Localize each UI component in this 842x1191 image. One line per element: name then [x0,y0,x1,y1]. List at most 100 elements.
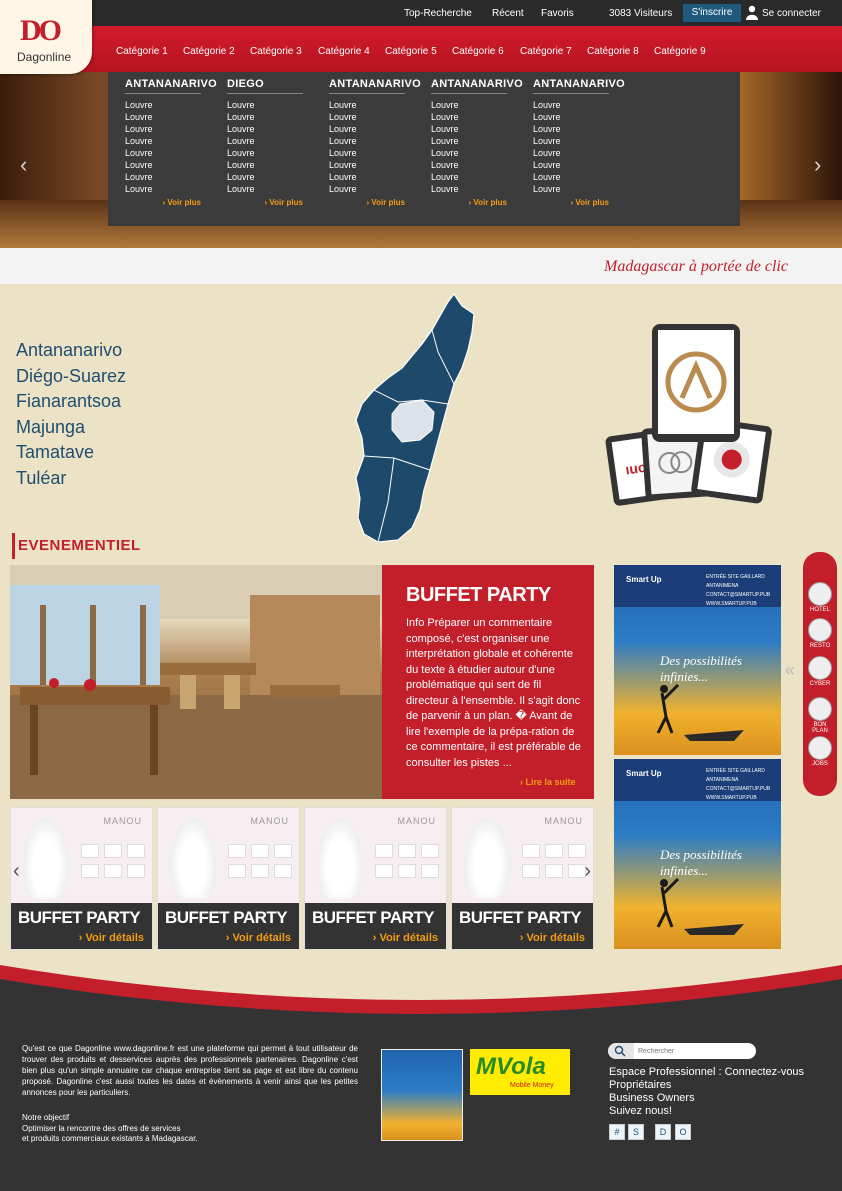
card-details-link[interactable]: › Voir détails [226,932,291,944]
mega-item[interactable]: Louvre [431,159,507,171]
sidebar-item-cyber[interactable]: CYBER [807,656,833,687]
category-3[interactable]: Catégorie 3 [250,46,302,57]
hero-prev-arrow[interactable]: ‹ [20,152,34,177]
mega-item[interactable]: Louvre [227,183,303,195]
city-link-tulear[interactable]: Tuléar [16,466,126,492]
card-next-arrow[interactable]: › [584,860,591,883]
mega-item[interactable]: Louvre [533,99,609,111]
sidebar-item-resto[interactable]: RESTO [807,618,833,649]
mega-item[interactable]: Louvre [227,135,303,147]
mega-item[interactable]: Louvre [329,171,405,183]
mega-item[interactable]: Louvre [533,123,609,135]
mega-item[interactable]: Louvre [125,159,201,171]
card-details-link[interactable]: › Voir détails [79,932,144,944]
favoris-link[interactable]: Favoris [541,8,574,19]
mega-item[interactable]: Louvre [533,171,609,183]
mvola-logo[interactable]: MVola Mobile Money [470,1049,570,1095]
mega-item[interactable]: Louvre [125,135,201,147]
hashtag-icon[interactable]: # [609,1124,625,1140]
mega-item[interactable]: Louvre [227,111,303,123]
hero-next-arrow[interactable]: › [814,152,828,177]
mega-item[interactable]: Louvre [431,135,507,147]
mega-item[interactable]: Louvre [329,147,405,159]
sidebar-toggle-icon[interactable]: « [785,660,795,681]
mega-item[interactable]: Louvre [533,147,609,159]
sidebar-item-hotel[interactable]: HOTEL [807,582,833,613]
category-5[interactable]: Catégorie 5 [385,46,437,57]
category-8[interactable]: Catégorie 8 [587,46,639,57]
voir-plus-link[interactable]: › Voir plus [431,198,507,207]
mega-item[interactable]: Louvre [329,135,405,147]
skype-icon[interactable]: S [628,1124,644,1140]
mega-item[interactable]: Louvre [329,99,405,111]
mega-item[interactable]: Louvre [431,111,507,123]
voir-plus-link[interactable]: › Voir plus [227,198,303,207]
card-details-link[interactable]: › Voir détails [373,932,438,944]
read-more-link[interactable]: › Lire la suite [520,777,576,787]
category-4[interactable]: Catégorie 4 [318,46,370,57]
pro-space-link[interactable]: Espace Professionnel : Connectez-vous [609,1066,804,1078]
category-7[interactable]: Catégorie 7 [520,46,572,57]
mega-item[interactable]: Louvre [431,171,507,183]
mega-item[interactable]: Louvre [125,99,201,111]
mega-item[interactable]: Louvre [431,123,507,135]
smartup-ad[interactable]: Smart Up ENTRÉE SITE GAILLARD ANTANIMENA… [614,565,781,755]
voir-plus-link[interactable]: › Voir plus [125,198,201,207]
mega-item[interactable]: Louvre [125,183,201,195]
mega-item[interactable]: Louvre [125,123,201,135]
smartup-ad[interactable]: Smart Up ENTRÉE SITE GAILLARD ANTANIMENA… [614,759,781,949]
event-card[interactable]: MANOU ‹ BUFFET PARTY › Voir détails [10,807,153,950]
business-owners-link[interactable]: Business Owners [609,1092,695,1104]
category-9[interactable]: Catégorie 9 [654,46,706,57]
city-link-fianarantsoa[interactable]: Fianarantsoa [16,389,126,415]
mega-item[interactable]: Louvre [227,123,303,135]
sidebar-item-jobs[interactable]: JOBS [807,736,833,767]
social-red-icon[interactable]: D [655,1124,671,1140]
category-2[interactable]: Catégorie 2 [183,46,235,57]
mega-item[interactable]: Louvre [125,147,201,159]
category-6[interactable]: Catégorie 6 [452,46,504,57]
recent-link[interactable]: Récent [492,8,524,19]
mega-item[interactable]: Louvre [329,183,405,195]
search-icon-box[interactable] [608,1043,634,1059]
signup-button[interactable]: S'inscrire [683,4,741,22]
city-link-antananarivo[interactable]: Antananarivo [16,338,126,364]
city-link-tamatave[interactable]: Tamatave [16,440,126,466]
owners-link[interactable]: Propriétaires [609,1079,671,1091]
mega-item[interactable]: Louvre [431,99,507,111]
site-logo[interactable]: DO Dagonline [0,0,92,74]
city-link-majunga[interactable]: Majunga [16,415,126,441]
category-1[interactable]: Catégorie 1 [116,46,168,57]
search-input[interactable] [638,1045,750,1057]
footer-smartup-ad[interactable] [381,1049,463,1141]
social-blue-icon[interactable]: O [675,1124,691,1140]
sidebar-item-bon-plan[interactable]: BON PLAN [807,697,833,734]
mega-item[interactable]: Louvre [533,159,609,171]
voir-plus-link[interactable]: › Voir plus [329,198,405,207]
mega-item[interactable]: Louvre [227,147,303,159]
mega-item[interactable]: Louvre [533,183,609,195]
voir-plus-link[interactable]: › Voir plus [533,198,609,207]
mega-item[interactable]: Louvre [125,111,201,123]
mega-item[interactable]: Louvre [533,135,609,147]
featured-event-image[interactable] [10,565,382,799]
mega-item[interactable]: Louvre [227,159,303,171]
mega-item[interactable]: Louvre [329,123,405,135]
login-link[interactable]: Se connecter [762,8,821,19]
mega-item[interactable]: Louvre [329,111,405,123]
mega-item[interactable]: Louvre [431,147,507,159]
top-recherche-link[interactable]: Top-Recherche [404,8,472,19]
mega-item[interactable]: Louvre [125,171,201,183]
event-card[interactable]: MANOU BUFFET PARTY › Voir détails [157,807,300,950]
madagascar-map[interactable] [350,292,480,544]
mega-item[interactable]: Louvre [227,171,303,183]
event-card[interactable]: MANOU › BUFFET PARTY › Voir détails [451,807,594,950]
card-prev-arrow[interactable]: ‹ [13,860,20,883]
city-link-diego-suarez[interactable]: Diégo-Suarez [16,364,126,390]
mega-item[interactable]: Louvre [329,159,405,171]
mega-item[interactable]: Louvre [431,183,507,195]
mega-item[interactable]: Louvre [227,99,303,111]
card-details-link[interactable]: › Voir détails [520,932,585,944]
mega-item[interactable]: Louvre [533,111,609,123]
event-card[interactable]: MANOU BUFFET PARTY › Voir détails [304,807,447,950]
